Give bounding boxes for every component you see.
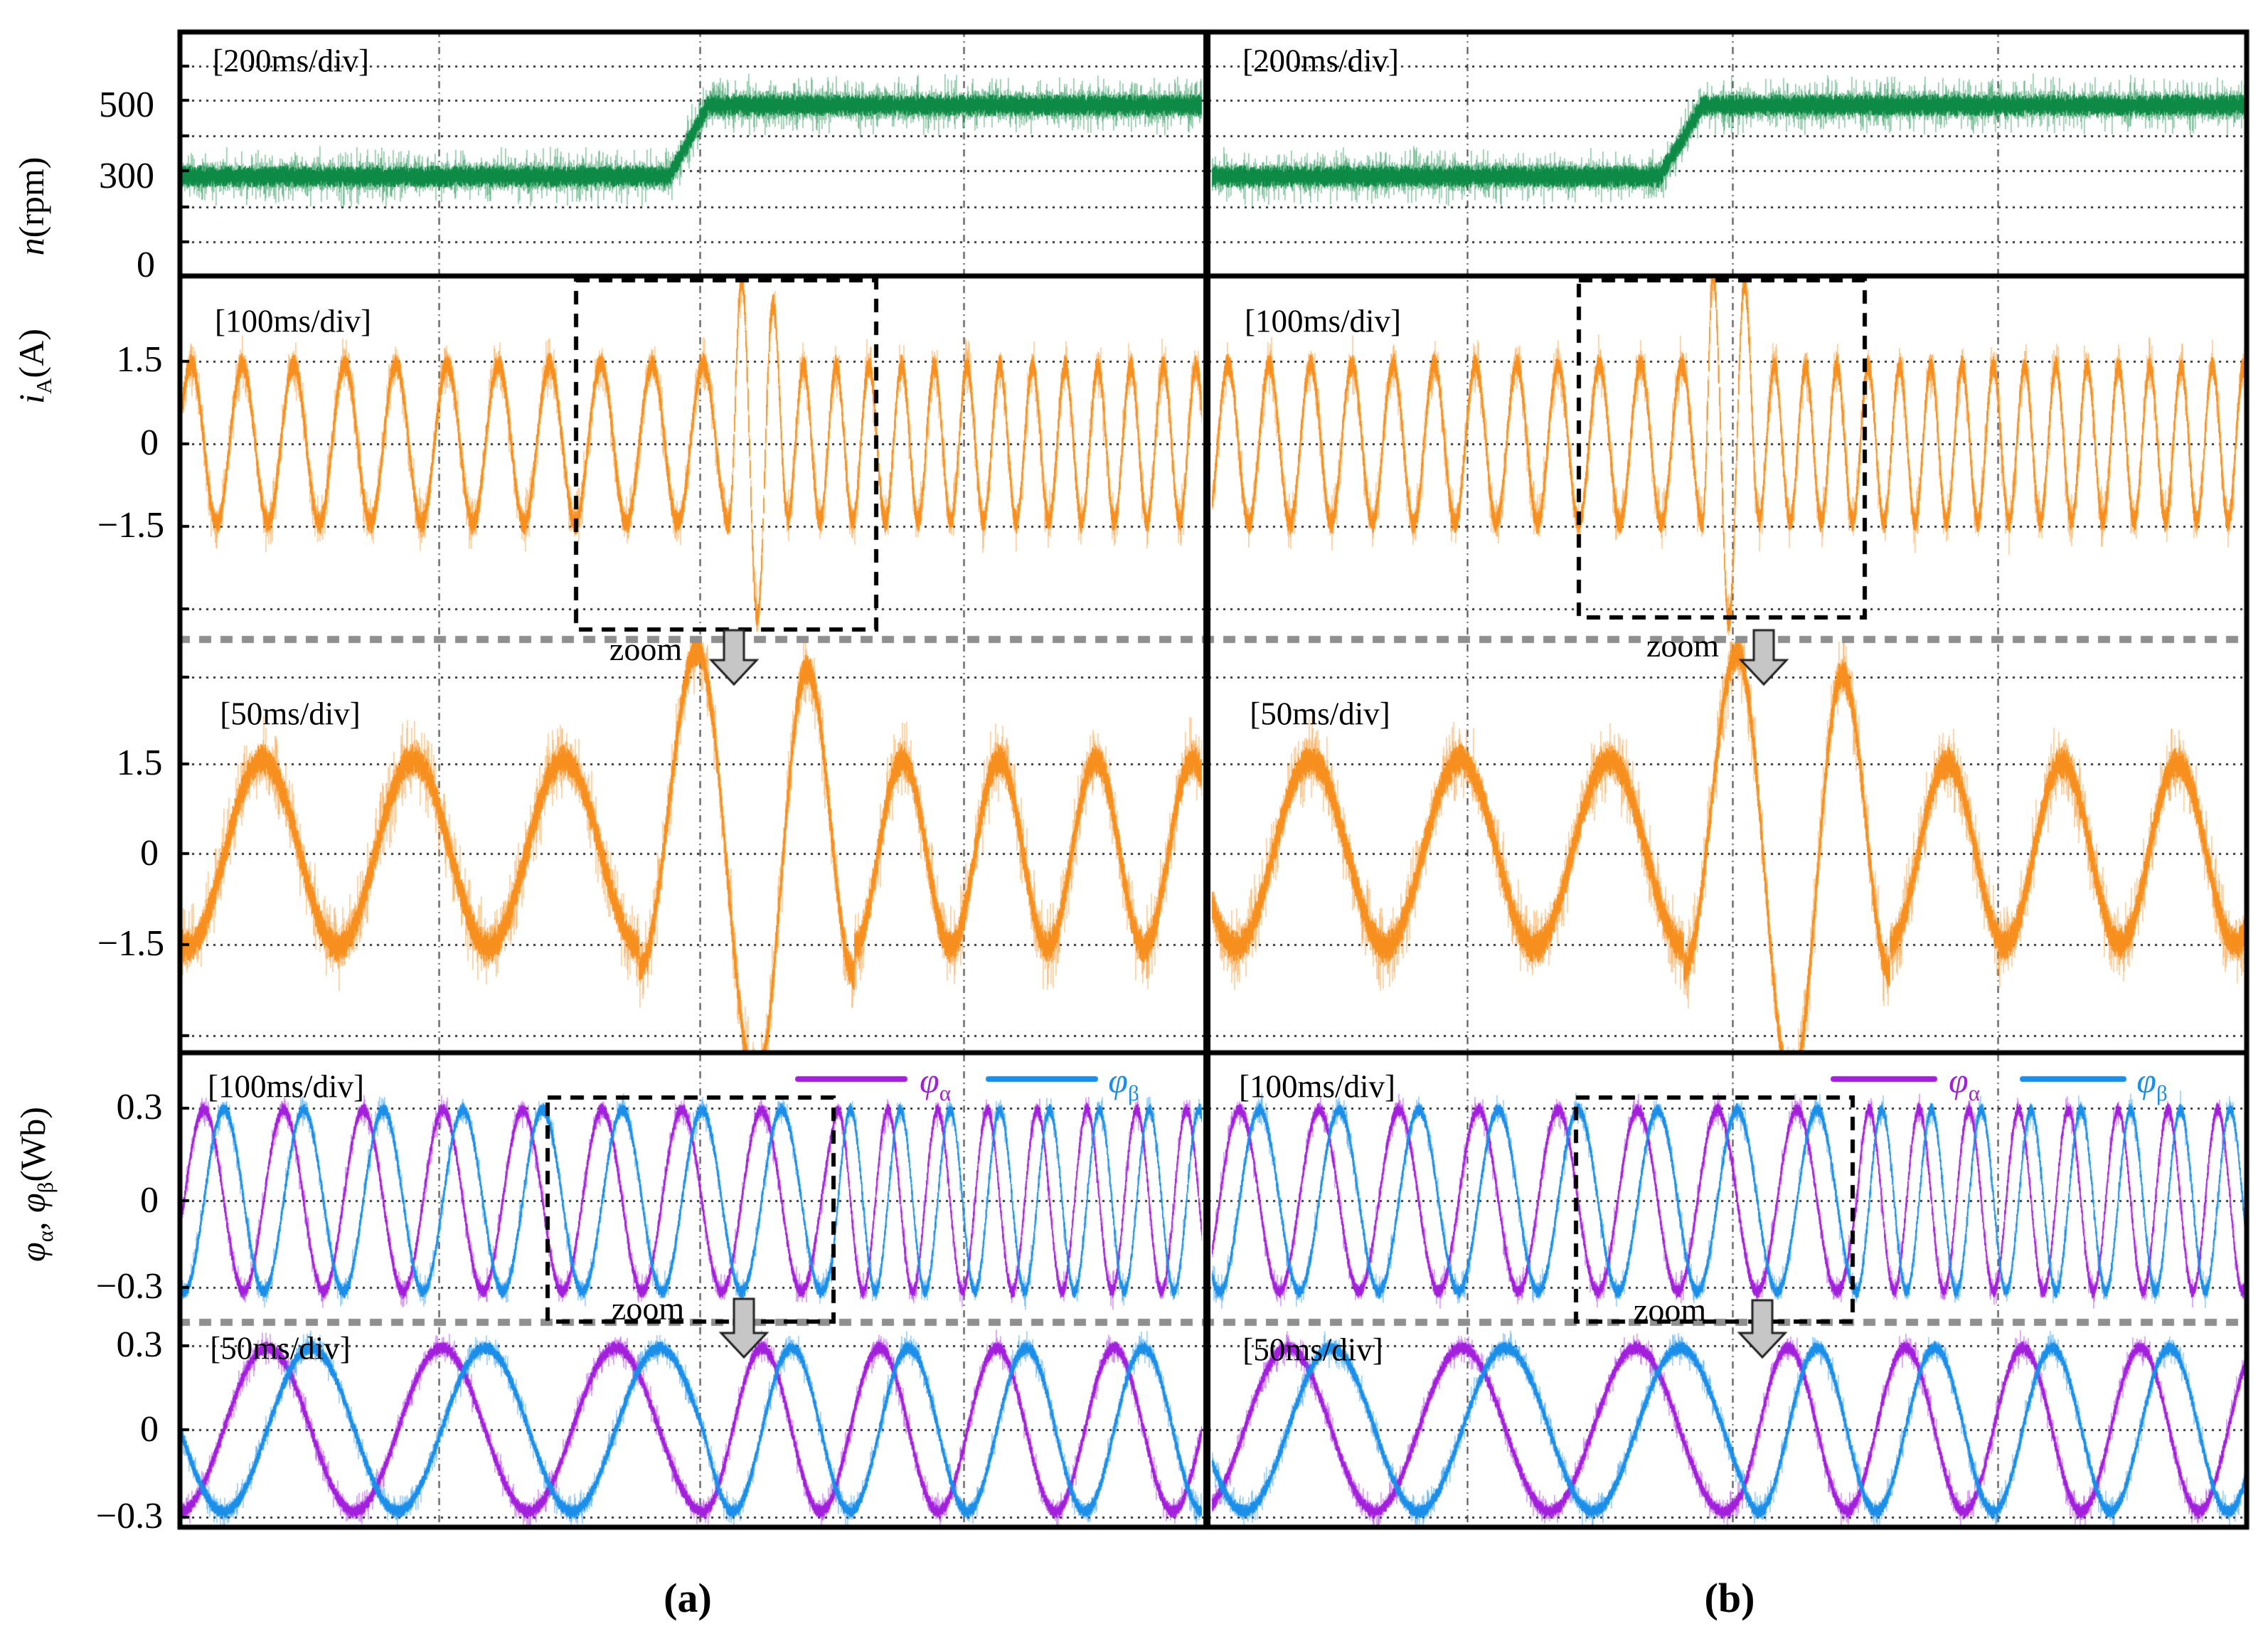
caption-column-b: (b) [1705, 1578, 1755, 1619]
figure-page: { "captions": { "a": "(a)", "b": "(b)" }… [0, 0, 2268, 1636]
caption-column-a: (a) [664, 1578, 712, 1619]
waveform-canvas [0, 0, 2268, 1636]
